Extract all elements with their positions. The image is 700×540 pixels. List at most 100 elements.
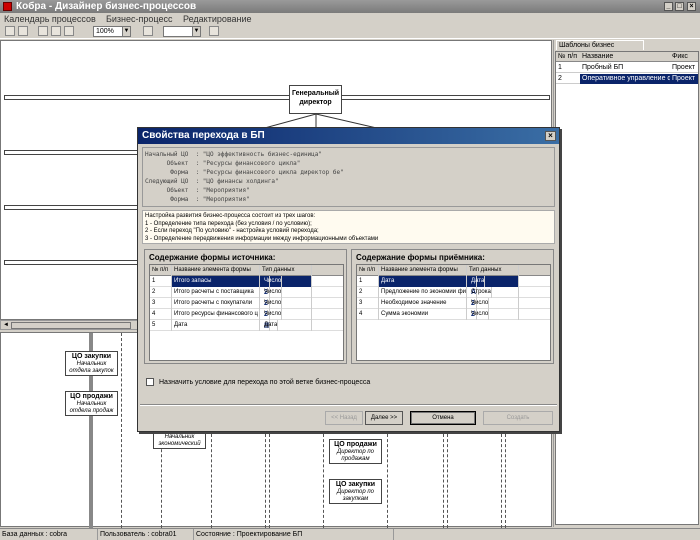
column-header[interactable]: Тип данных [260, 265, 312, 276]
type-label: Дата [469, 276, 486, 287]
setup-description: Настройка развития бизнес-процесса состо… [142, 210, 555, 244]
menubar: Календарь процессов Бизнес-процесс Редак… [0, 13, 700, 25]
zoom-value: 100% [96, 28, 114, 35]
back-button[interactable]: << Назад [325, 411, 363, 425]
status-state: Состояние : Проектирование БП [194, 529, 394, 540]
column-header[interactable]: № п/п [150, 265, 172, 276]
node-subtitle: закупкам [342, 496, 369, 502]
next-button[interactable]: Далее >> [365, 411, 403, 425]
row-name: Итого расчеты с покупатели [172, 298, 260, 309]
tool-icon-5[interactable] [64, 26, 74, 36]
maximize-icon[interactable]: □ [675, 2, 684, 11]
type-label: Число [469, 309, 490, 320]
row-type: 2 Число [260, 309, 312, 320]
row-name: Оперативное управление фина [580, 74, 670, 84]
column-header[interactable]: Фикс [670, 52, 698, 62]
row-type: A Строка [467, 287, 519, 298]
combo-select[interactable]: ▼ [163, 26, 201, 37]
info-line: Объект : "Ресурсы финансового цикла" [145, 160, 301, 167]
column-header[interactable]: № п/п [357, 265, 379, 276]
table-row[interactable]: 5 Дата ▦ Дата [150, 320, 343, 331]
statusbar: База данных : cobra Пользователь : cobra… [0, 528, 700, 540]
close-icon[interactable]: × [545, 131, 556, 141]
cancel-button[interactable]: Отмена [410, 411, 476, 425]
menu-business-process[interactable]: Бизнес-процесс [106, 13, 172, 25]
row-name: Сумма экономии [379, 309, 467, 320]
table-row[interactable]: 1 Дата ▦ Дата [357, 276, 550, 287]
row-name: Пробный БП [582, 64, 624, 71]
table-row[interactable]: 2 Предложение по экономии фи A Строка [357, 287, 550, 298]
table-row[interactable]: 4 Сумма экономии 2 Число [357, 309, 550, 320]
divider [140, 404, 557, 406]
row-type: Число [260, 276, 312, 287]
row-type: 2 Число [467, 309, 519, 320]
tool-icon-1[interactable] [5, 26, 15, 36]
column-header[interactable]: Название [580, 52, 670, 62]
table-row[interactable]: 1 Пробный БП Проект [556, 63, 698, 73]
templates-grid[interactable]: № п/п Название Фикс 1 Пробный БП Проект … [555, 51, 699, 525]
create-button[interactable]: Создать [483, 411, 553, 425]
column-header[interactable]: Название элемента формы [172, 265, 260, 276]
node-subtitle: Начальник [164, 434, 195, 440]
node-subtitle: Начальник [76, 361, 107, 367]
zoom-select[interactable]: 100% ▼ [93, 26, 131, 37]
table-row[interactable]: 1 Итого запасы Число [150, 276, 343, 287]
tool-icon-6[interactable] [143, 26, 153, 36]
description-line: 1 - Определение типа перехода (без услов… [145, 220, 312, 227]
node-purchases-director[interactable]: ЦО закупки Директор по закупкам [329, 479, 382, 504]
column-header[interactable]: Название элемента формы [379, 265, 467, 276]
description-line: 2 - Если переход "По условию" - настройк… [145, 228, 319, 234]
type-label: Число [262, 309, 283, 320]
menu-calendar[interactable]: Календарь процессов [4, 13, 96, 25]
scroll-thumb[interactable] [11, 322, 131, 329]
type-label: Дата [262, 320, 279, 331]
minimize-icon[interactable]: _ [664, 2, 673, 11]
tab-templates[interactable]: Шаблоны бизнес процессов [556, 40, 644, 58]
row-name: Итого запасы [172, 276, 260, 287]
tool-icon-7[interactable] [209, 26, 219, 36]
row-number: 3 [357, 298, 379, 309]
tool-icon-3[interactable] [38, 26, 48, 36]
node-title: ЦО закупки [335, 481, 376, 488]
source-grid[interactable]: № п/п Название элемента формы Тип данных… [149, 264, 344, 361]
tool-icon-4[interactable] [51, 26, 61, 36]
node-subtitle: Директор по [336, 489, 375, 495]
node-sales-director[interactable]: ЦО продажи Директор по продажам [329, 439, 382, 464]
scroll-left-icon[interactable]: ◄ [1, 321, 11, 329]
transition-info: Начальный ЦО : "ЦО эффективность бизнес-… [142, 147, 555, 207]
type-label: Число [262, 298, 283, 309]
grid-header: № п/п Название элемента формы Тип данных [357, 265, 550, 276]
row-type: ▦ Дата [260, 320, 312, 331]
close-icon[interactable]: × [687, 2, 696, 11]
node-sales[interactable]: ЦО продажи Начальник отдела продаж [65, 391, 118, 416]
app-icon [3, 2, 12, 11]
table-row[interactable]: 3 Итого расчеты с покупатели 2 Число [150, 298, 343, 309]
row-fix: Проект [670, 74, 698, 84]
tool-icon-2[interactable] [18, 26, 28, 36]
column-header[interactable]: № п/п [556, 52, 580, 62]
target-grid[interactable]: № п/п Название элемента формы Тип данных… [356, 264, 551, 361]
description-line: Настройка развития бизнес-процесса состо… [145, 213, 316, 219]
condition-checkbox[interactable] [146, 378, 154, 387]
toolbar: 100% ▼ ▼ [0, 25, 700, 39]
table-row[interactable]: 4 Итого ресурсы финансового ц 2 Число [150, 309, 343, 320]
dialog-title: Свойства перехода в БП [138, 128, 559, 144]
node-economist[interactable]: Начальник экономический [153, 433, 206, 449]
row-number: 2 [558, 75, 562, 82]
info-line: Форма : "Ресурсы финансового цикла дирек… [145, 169, 344, 176]
column-header[interactable]: Тип данных [467, 265, 519, 276]
table-row[interactable]: 2 Итого расчеты с поставщика 2 Число [150, 287, 343, 298]
info-line: Начальный ЦО : "ЦО эффективность бизнес-… [145, 151, 323, 158]
transition-properties-dialog: Свойства перехода в БП × Начальный ЦО : … [137, 127, 560, 432]
table-row[interactable]: 3 Необходимое значение 2 Число [357, 298, 550, 309]
menu-edit[interactable]: Редактирование [183, 13, 252, 25]
condition-checkbox-row[interactable]: Назначить условие для перехода по этой в… [146, 378, 370, 387]
node-title: ЦО продажи [334, 441, 377, 448]
target-form-panel: Содержание формы приёмника: № п/п Назван… [351, 249, 554, 364]
node-purchases[interactable]: ЦО закупки Начальник отдела закупок [65, 351, 118, 376]
info-line: Форма : "Мероприятия" [145, 196, 250, 203]
table-row[interactable]: 2 Оперативное управление фина Проект [556, 74, 698, 84]
row-name: Предложение по экономии фи [379, 287, 467, 298]
row-type: ▦ Дата [467, 276, 519, 287]
row-fix: Проект [672, 64, 696, 71]
